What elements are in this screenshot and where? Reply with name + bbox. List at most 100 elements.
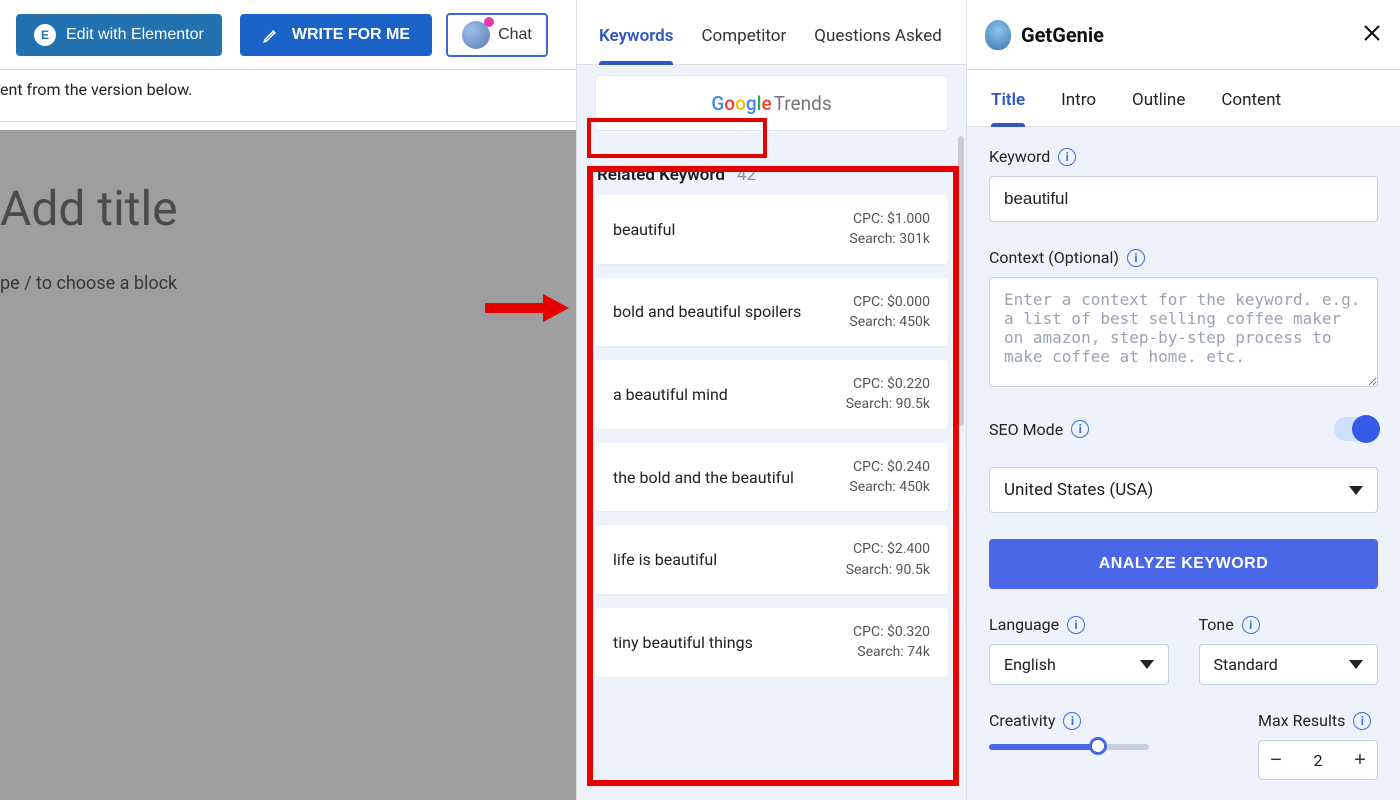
language-value: English [1004, 655, 1056, 674]
keyword-card[interactable]: beautiful CPC: $1.000 Search: 301k [595, 195, 948, 264]
keyword-meta: CPC: $0.320 Search: 74k [853, 622, 930, 663]
top-toolbar: E Edit with Elementor WRITE FOR ME Chat [0, 0, 576, 70]
keyword-search: Search: 301k [849, 229, 930, 249]
scrollbar-thumb[interactable] [958, 136, 964, 426]
keyword-search: Search: 74k [853, 642, 930, 662]
editor-area: E Edit with Elementor WRITE FOR ME Chat … [0, 0, 576, 800]
tab-questions[interactable]: Questions Asked [814, 26, 942, 64]
country-value: United States (USA) [1004, 480, 1153, 500]
keyword-search: Search: 90.5k [846, 560, 930, 580]
chevron-down-icon [1349, 660, 1363, 669]
creativity-slider[interactable] [989, 744, 1149, 750]
country-select[interactable]: United States (USA) [989, 467, 1378, 513]
edit-elementor-button[interactable]: E Edit with Elementor [16, 14, 222, 56]
info-icon[interactable]: i [1058, 148, 1076, 166]
keyword-search: Search: 450k [849, 477, 930, 497]
keyword-text: beautiful [613, 220, 675, 239]
brand: GetGenie [985, 20, 1104, 50]
editor-body: ent from the version below. Add title pe… [0, 70, 576, 800]
chevron-down-icon [1349, 486, 1363, 495]
info-icon[interactable]: i [1127, 249, 1145, 267]
max-results-stepper[interactable]: − 2 + [1258, 740, 1378, 780]
tab-content[interactable]: Content [1221, 90, 1281, 126]
context-label: Context (Optional) i [989, 248, 1378, 267]
tab-keywords[interactable]: Keywords [599, 26, 673, 64]
info-icon[interactable]: i [1071, 420, 1089, 438]
stepper-minus[interactable]: − [1259, 741, 1293, 779]
keyword-text: the bold and the beautiful [613, 468, 794, 487]
seo-mode-toggle[interactable] [1334, 417, 1378, 441]
info-icon[interactable]: i [1242, 616, 1260, 634]
keywords-body: GoogleTrends Related Keyword 42 beautifu… [577, 65, 966, 800]
getgenie-tabs: Title Intro Outline Content [967, 70, 1400, 127]
keyword-cpc: CPC: $0.320 [853, 622, 930, 642]
brand-name: GetGenie [1021, 23, 1104, 47]
seo-mode-label: SEO Mode i [989, 420, 1089, 439]
tone-label: Tone i [1199, 615, 1379, 634]
google-trends-card[interactable]: GoogleTrends [595, 75, 948, 131]
getgenie-header: GetGenie [967, 0, 1400, 70]
creativity-label: Creativity i [989, 711, 1228, 730]
tab-outline[interactable]: Outline [1132, 90, 1185, 126]
keyword-card[interactable]: life is beautiful CPC: $2.400 Search: 90… [595, 525, 948, 594]
keyword-input[interactable] [989, 176, 1378, 222]
getgenie-logo-icon [985, 20, 1011, 50]
keyword-card[interactable]: bold and beautiful spoilers CPC: $0.000 … [595, 278, 948, 347]
keyword-cpc: CPC: $0.000 [849, 292, 930, 312]
close-icon [1362, 23, 1382, 43]
chat-label: Chat [498, 26, 532, 44]
post-title-input[interactable]: Add title [0, 180, 576, 237]
keyword-search: Search: 450k [849, 312, 930, 332]
getgenie-body: Keyword i Context (Optional) i SEO Mode … [967, 127, 1400, 800]
keyword-meta: CPC: $0.240 Search: 450k [849, 457, 930, 498]
keyword-text: bold and beautiful spoilers [613, 302, 801, 321]
elementor-label: Edit with Elementor [66, 26, 204, 44]
write-for-me-button[interactable]: WRITE FOR ME [240, 14, 432, 56]
stepper-plus[interactable]: + [1343, 741, 1377, 779]
keyword-search: Search: 90.5k [846, 394, 930, 414]
max-results-label: Max Results i [1258, 711, 1378, 730]
info-icon[interactable]: i [1067, 616, 1085, 634]
write-label: WRITE FOR ME [292, 26, 410, 44]
keywords-panel: Keywords Competitor Questions Asked Goog… [576, 0, 966, 800]
keyword-meta: CPC: $0.000 Search: 450k [849, 292, 930, 333]
keyword-cpc: CPC: $2.400 [846, 539, 930, 559]
info-icon[interactable]: i [1353, 712, 1371, 730]
close-button[interactable] [1362, 19, 1382, 50]
tab-intro[interactable]: Intro [1061, 90, 1096, 126]
tone-value: Standard [1214, 655, 1278, 674]
keyword-meta: CPC: $0.220 Search: 90.5k [846, 374, 930, 415]
tab-title[interactable]: Title [991, 90, 1025, 126]
revision-notice: ent from the version below. [0, 70, 576, 121]
keyword-card[interactable]: tiny beautiful things CPC: $0.320 Search… [595, 608, 948, 677]
keywords-tabs: Keywords Competitor Questions Asked [577, 0, 966, 65]
tab-competitor[interactable]: Competitor [701, 26, 786, 64]
language-select[interactable]: English [989, 644, 1169, 685]
google-trends-logo: GoogleTrends [711, 92, 831, 115]
keyword-label: Keyword i [989, 147, 1378, 166]
keyword-meta: CPC: $1.000 Search: 301k [849, 209, 930, 250]
chevron-down-icon [1140, 660, 1154, 669]
chat-button[interactable]: Chat [446, 13, 548, 57]
keyword-card[interactable]: the bold and the beautiful CPC: $0.240 S… [595, 443, 948, 512]
stepper-value: 2 [1293, 751, 1343, 770]
keyword-text: a beautiful mind [613, 385, 728, 404]
context-textarea[interactable] [989, 277, 1378, 387]
tone-select[interactable]: Standard [1199, 644, 1379, 685]
keyword-cpc: CPC: $1.000 [849, 209, 930, 229]
analyze-keyword-button[interactable]: ANALYZE KEYWORD [989, 539, 1378, 589]
getgenie-panel: GetGenie Title Intro Outline Content Key… [966, 0, 1400, 800]
pen-icon [262, 26, 280, 44]
elementor-icon: E [34, 24, 56, 46]
related-keyword-header: Related Keyword 42 [595, 161, 948, 195]
keyword-cpc: CPC: $0.240 [849, 457, 930, 477]
related-keyword-label: Related Keyword [597, 165, 725, 185]
related-keyword-list: beautiful CPC: $1.000 Search: 301k bold … [595, 195, 948, 677]
keyword-text: life is beautiful [613, 550, 717, 569]
language-label: Language i [989, 615, 1169, 634]
chat-avatar-icon [462, 21, 490, 49]
keyword-card[interactable]: a beautiful mind CPC: $0.220 Search: 90.… [595, 360, 948, 429]
block-hint[interactable]: pe / to choose a block [0, 273, 576, 294]
info-icon[interactable]: i [1063, 712, 1081, 730]
keyword-cpc: CPC: $0.220 [846, 374, 930, 394]
